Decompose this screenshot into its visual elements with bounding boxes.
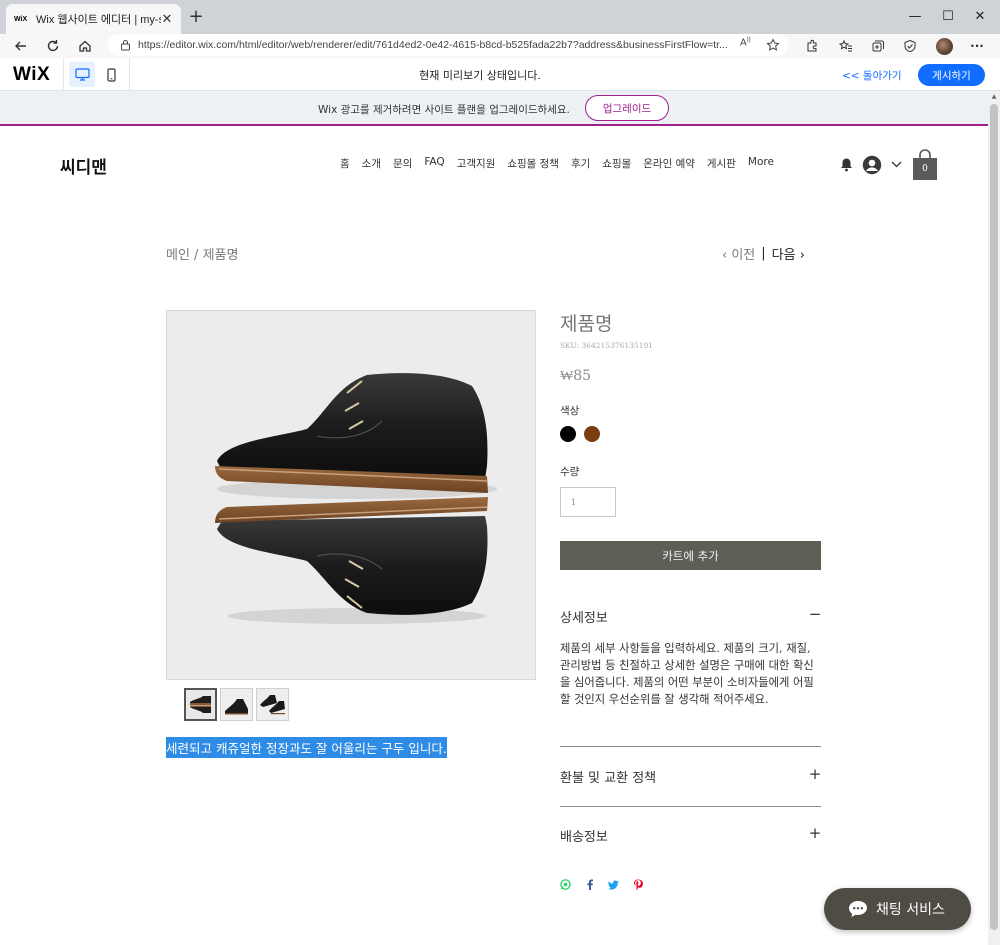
- scroll-up-arrow-icon[interactable]: ▲: [990, 93, 998, 101]
- shoes-image: [167, 311, 535, 679]
- cart-bag-icon[interactable]: 0: [912, 148, 938, 181]
- product-thumbnail[interactable]: [184, 688, 217, 721]
- notification-bell-icon[interactable]: [839, 156, 853, 172]
- nav-item-contact[interactable]: 문의: [393, 156, 412, 171]
- prev-product-link[interactable]: ‹ 이전: [722, 244, 755, 263]
- shoe-thumbnail-image: [186, 690, 215, 719]
- back-to-editor-link[interactable]: << 돌아가기: [842, 68, 902, 83]
- read-aloud-icon[interactable]: A)): [740, 37, 751, 48]
- shoe-thumbnail-image: [257, 689, 288, 720]
- favorite-star-icon[interactable]: [766, 38, 780, 52]
- pinterest-icon[interactable]: [632, 879, 643, 890]
- chat-bubble-icon: [849, 901, 867, 917]
- refresh-icon[interactable]: [40, 34, 66, 58]
- product-short-description[interactable]: 세련되고 캐쥬얼한 정장과도 잘 어울리는 구두 입니다.: [166, 737, 447, 758]
- expand-plus-icon[interactable]: +: [808, 765, 822, 783]
- collections-icon[interactable]: [868, 36, 888, 56]
- url-text: https://editor.wix.com/html/editor/web/r…: [138, 39, 728, 51]
- publish-button[interactable]: 게시하기: [918, 64, 985, 86]
- tab-close-icon[interactable]: ✕: [159, 11, 175, 27]
- minimize-button[interactable]: —: [903, 5, 927, 27]
- nav-item-more[interactable]: More: [748, 156, 774, 171]
- product-sku: SKU: 364215376135191: [560, 341, 654, 350]
- site-logo[interactable]: 씨디맨: [60, 153, 107, 178]
- shoe-thumbnail-image: [221, 689, 252, 720]
- refund-policy-section-title[interactable]: 환불 및 교환 정책: [560, 767, 656, 786]
- product-thumbnail[interactable]: [256, 688, 289, 721]
- details-section-title[interactable]: 상세정보: [560, 607, 608, 626]
- browser-essentials-icon[interactable]: [900, 36, 920, 56]
- nav-item-shop[interactable]: 쇼핑몰: [602, 156, 631, 171]
- scrollbar-thumb[interactable]: [990, 104, 998, 930]
- chevron-down-icon[interactable]: [890, 158, 903, 170]
- add-to-cart-button[interactable]: 카트에 추가: [560, 541, 821, 570]
- product-main-image[interactable]: [166, 310, 536, 680]
- divider: [560, 806, 821, 807]
- browser-tab[interactable]: WiX Wix 웹사이트 에디터 | my-site ✕: [6, 4, 181, 34]
- browser-toolbar: https://editor.wix.com/html/editor/web/r…: [0, 34, 1000, 58]
- preview-status-text: 현재 미리보기 상태입니다.: [419, 69, 541, 82]
- twitter-icon[interactable]: [608, 879, 619, 890]
- product-price: ₩85: [560, 368, 592, 384]
- facebook-icon[interactable]: [584, 879, 595, 890]
- quantity-label: 수량: [560, 466, 580, 478]
- nav-item-support[interactable]: 고객지원: [457, 156, 496, 171]
- wix-favicon-icon: WiX: [14, 15, 28, 23]
- profile-avatar[interactable]: [934, 36, 954, 56]
- browser-tab-strip: WiX Wix 웹사이트 에디터 | my-site ✕ + — ☐ ✕: [0, 0, 1000, 34]
- home-icon[interactable]: [72, 34, 98, 58]
- collapse-minus-icon[interactable]: −: [808, 605, 822, 623]
- nav-item-booking[interactable]: 온라인 예약: [643, 156, 695, 171]
- tab-title: Wix 웹사이트 에디터 | my-site: [36, 14, 161, 26]
- nav-item-faq[interactable]: FAQ: [424, 156, 444, 171]
- nav-item-board[interactable]: 게시판: [707, 156, 736, 171]
- cart-count: 0: [922, 164, 928, 174]
- expand-plus-icon[interactable]: +: [808, 824, 822, 842]
- whatsapp-icon[interactable]: [560, 879, 571, 890]
- share-buttons: [560, 879, 643, 890]
- upgrade-banner: Wix 광고를 제거하려면 사이트 플랜을 업그레이드하세요. 업그레이드: [0, 91, 988, 126]
- chat-service-button[interactable]: 채팅 서비스: [824, 888, 971, 930]
- color-swatch-black[interactable]: [560, 426, 576, 442]
- address-bar[interactable]: https://editor.wix.com/html/editor/web/r…: [108, 34, 788, 56]
- pager-separator: |: [761, 246, 766, 261]
- color-label: 색상: [560, 405, 580, 417]
- product-title: 제품명: [560, 313, 613, 335]
- shipping-info-section-title[interactable]: 배송정보: [560, 826, 608, 845]
- nav-item-home[interactable]: 홈: [340, 156, 350, 171]
- maximize-button[interactable]: ☐: [936, 5, 960, 27]
- details-section-body: 제품의 세부 사항들을 입력하세요. 제품의 크기, 재질, 관리방법 등 친절…: [560, 642, 814, 706]
- breadcrumb[interactable]: 메인 / 제품명: [166, 244, 238, 263]
- user-account-icon[interactable]: [861, 154, 882, 175]
- favorites-icon[interactable]: [836, 36, 856, 56]
- wix-editor-bar: WiX 현재 미리보기 상태입니다. << 돌아가기 게시하기: [0, 58, 1000, 91]
- browser-menu-icon[interactable]: ···: [967, 36, 987, 56]
- back-arrow-icon[interactable]: [8, 34, 34, 58]
- new-tab-button[interactable]: +: [186, 7, 206, 27]
- nav-item-reviews[interactable]: 후기: [571, 156, 590, 171]
- product-pager: ‹ 이전 | 다음 ›: [722, 244, 805, 263]
- site-nav: 홈 소개 문의 FAQ 고객지원 쇼핑몰 정책 후기 쇼핑몰 온라인 예약 게시…: [340, 156, 786, 171]
- upgrade-banner-text: Wix 광고를 제거하려면 사이트 플랜을 업그레이드하세요.: [318, 104, 570, 116]
- extensions-icon[interactable]: [802, 36, 822, 56]
- divider: [560, 746, 821, 747]
- product-thumbnail[interactable]: [220, 688, 253, 721]
- lock-icon: [121, 40, 130, 51]
- upgrade-button[interactable]: 업그레이드: [585, 95, 669, 121]
- nav-item-about[interactable]: 소개: [362, 156, 381, 171]
- chat-service-label: 채팅 서비스: [876, 902, 945, 918]
- nav-item-shop-policy[interactable]: 쇼핑몰 정책: [507, 156, 559, 171]
- quantity-input[interactable]: 1: [560, 487, 616, 517]
- close-window-button[interactable]: ✕: [968, 5, 992, 27]
- next-product-link[interactable]: 다음 ›: [772, 244, 805, 263]
- color-swatch-brown[interactable]: [584, 426, 600, 442]
